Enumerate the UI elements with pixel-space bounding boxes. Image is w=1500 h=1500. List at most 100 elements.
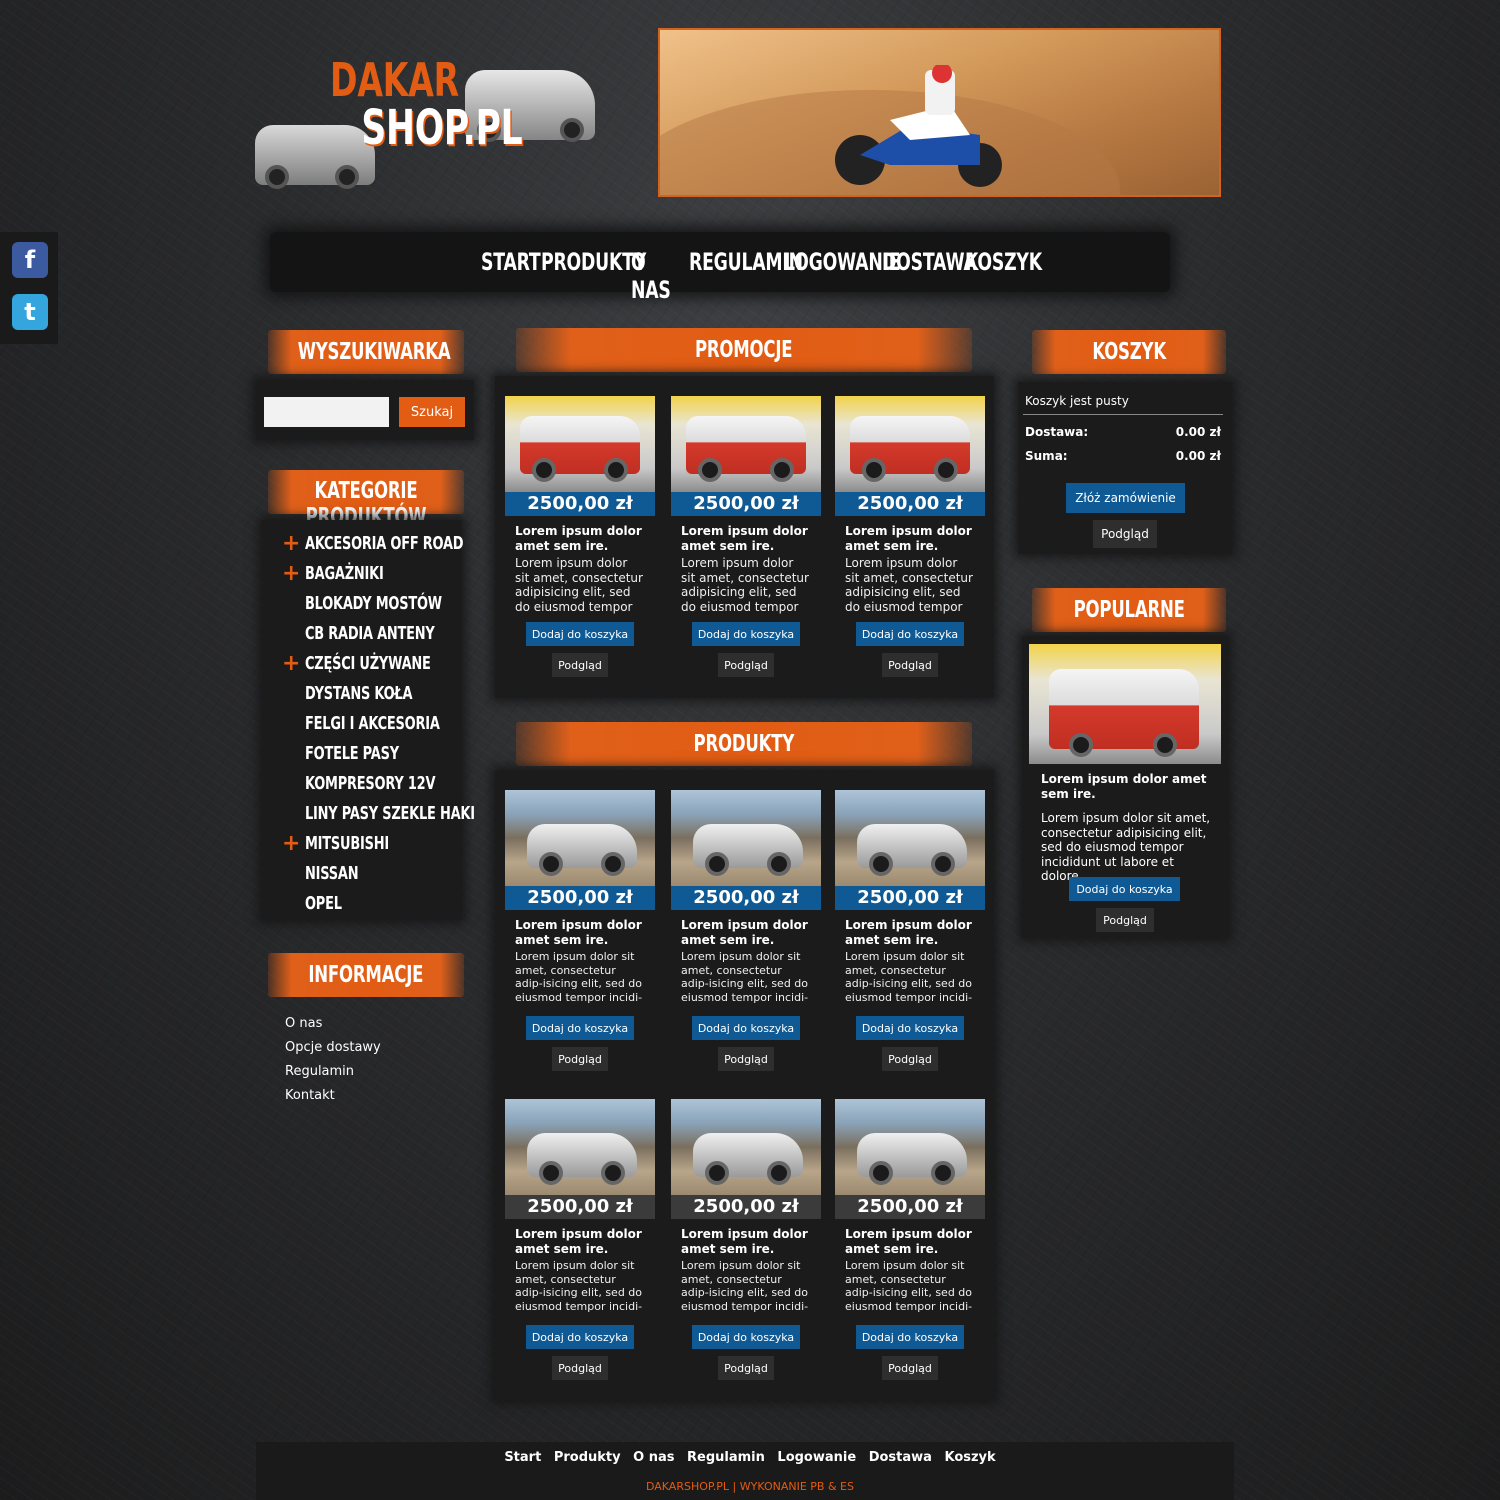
add-to-cart-button[interactable]: Dodaj do koszyka — [526, 1325, 634, 1349]
popular-header: POPULARNE — [1032, 588, 1226, 632]
product-description: Lorem ipsum dolor sit amet, consectetur … — [845, 1259, 973, 1313]
product-image[interactable] — [505, 396, 655, 492]
product-price: 2500,00 zł — [835, 492, 985, 516]
footer-link-logowanie[interactable]: Logowanie — [777, 1450, 856, 1465]
info-links: O nas Opcje dostawy Regulamin Kontakt — [285, 1016, 381, 1112]
product-title[interactable]: Lorem ipsum dolor amet sem ire. — [835, 910, 985, 950]
popular-product-title: Lorem ipsum dolor amet sem ire. — [1041, 772, 1207, 801]
product-title[interactable]: Lorem ipsum dolor amet sem ire. — [671, 910, 821, 950]
nav-start[interactable]: START — [481, 248, 541, 305]
twitter-icon[interactable]: t — [12, 294, 48, 330]
info-link-o-nas[interactable]: O nas — [285, 1016, 381, 1040]
product-image[interactable] — [671, 1099, 821, 1195]
view-button[interactable]: Podgląd — [882, 653, 938, 677]
cart-total-value: 0.00 zł — [1175, 449, 1221, 463]
add-to-cart-button[interactable]: Dodaj do koszyka — [692, 622, 800, 646]
info-link-regulamin[interactable]: Regulamin — [285, 1064, 381, 1088]
add-to-cart-button[interactable]: Dodaj do koszyka — [692, 1016, 800, 1040]
footer-link-o-nas[interactable]: O nas — [633, 1450, 674, 1465]
plus-icon[interactable]: + — [282, 561, 300, 586]
product-image[interactable] — [835, 396, 985, 492]
category-label: KOMPRESORY 12V — [305, 773, 436, 794]
product-title[interactable]: Lorem ipsum dolor amet sem ire. — [671, 516, 821, 556]
info-link-opcje-dostawy[interactable]: Opcje dostawy — [285, 1040, 381, 1064]
product-title[interactable]: Lorem ipsum dolor amet sem ire. — [671, 1219, 821, 1259]
product-price: 2500,00 zł — [505, 886, 655, 910]
product-image[interactable] — [835, 790, 985, 886]
nav-logowanie[interactable]: LOGOWANIE — [784, 248, 901, 305]
view-button[interactable]: Podgląd — [718, 653, 774, 677]
footer-link-regulamin[interactable]: Regulamin — [687, 1450, 765, 1465]
view-button[interactable]: Podgląd — [718, 1047, 774, 1071]
hero-banner — [658, 28, 1221, 197]
product-title[interactable]: Lorem ipsum dolor amet sem ire. — [505, 910, 655, 950]
add-to-cart-button[interactable]: Dodaj do koszyka — [526, 1016, 634, 1040]
product-image[interactable] — [671, 790, 821, 886]
product-price: 2500,00 zł — [835, 886, 985, 910]
view-button[interactable]: Podgląd — [552, 653, 608, 677]
popular-product-image[interactable] — [1029, 644, 1221, 764]
popular-add-to-cart-button[interactable]: Dodaj do koszyka — [1069, 877, 1180, 901]
cart-view-button[interactable]: Podgląd — [1093, 520, 1157, 548]
plus-icon[interactable]: + — [282, 651, 300, 676]
motorbike-image — [835, 65, 1002, 187]
view-button[interactable]: Podgląd — [882, 1047, 938, 1071]
product-description: Lorem ipsum dolor sit amet, consectetur … — [681, 1259, 809, 1313]
product-title[interactable]: Lorem ipsum dolor amet sem ire. — [505, 1219, 655, 1259]
nav-dostawa[interactable]: DOSTAWA — [882, 248, 977, 305]
info-link-kontakt[interactable]: Kontakt — [285, 1088, 381, 1112]
nav-koszyk[interactable]: KOSZYK — [965, 248, 1042, 305]
search-button[interactable]: Szukaj — [399, 397, 465, 427]
add-to-cart-button[interactable]: Dodaj do koszyka — [856, 1016, 964, 1040]
view-button[interactable]: Podgląd — [552, 1356, 608, 1380]
category-label: LINY PASY SZEKLE HAKI — [305, 803, 475, 824]
nav-o-nas[interactable]: O NAS — [631, 248, 683, 305]
add-to-cart-button[interactable]: Dodaj do koszyka — [526, 622, 634, 646]
product-image[interactable] — [671, 396, 821, 492]
product-image[interactable] — [505, 1099, 655, 1195]
popular-view-button[interactable]: Podgląd — [1096, 908, 1154, 932]
product-price: 2500,00 zł — [835, 1195, 985, 1219]
footer-link-produkty[interactable]: Produkty — [554, 1450, 621, 1465]
product-image[interactable] — [835, 1099, 985, 1195]
footer-nav: Start Produkty O nas Regulamin Logowanie… — [0, 1450, 1500, 1465]
categories-header: KATEGORIE PRODUKTÓW — [268, 470, 464, 530]
place-order-button[interactable]: Złóż zamówienie — [1066, 483, 1185, 513]
category-label: BAGAŻNIKI — [305, 563, 384, 584]
category-label: OPEL — [305, 893, 342, 914]
product-card: 2500,00 zł Lorem ipsum dolor amet sem ire… — [835, 790, 985, 1071]
cart-header: KOSZYK — [1032, 330, 1226, 374]
social-sidebar: f t — [0, 232, 58, 344]
add-to-cart-button[interactable]: Dodaj do koszyka — [692, 1325, 800, 1349]
facebook-icon[interactable]: f — [12, 242, 48, 278]
product-card: 2500,00 zł Lorem ipsum dolor amet sem ire… — [835, 1099, 985, 1380]
product-title[interactable]: Lorem ipsum dolor amet sem ire. — [835, 516, 985, 556]
product-title[interactable]: Lorem ipsum dolor amet sem ire. — [505, 516, 655, 556]
plus-icon[interactable]: + — [282, 531, 300, 556]
product-card: 2500,00 zł Lorem ipsum dolor amet sem ire… — [671, 790, 821, 1071]
promo-card: 2500,00 zł Lorem ipsum dolor amet sem ire… — [671, 396, 821, 677]
product-card: 2500,00 zł Lorem ipsum dolor amet sem ire… — [505, 1099, 655, 1380]
footer-link-start[interactable]: Start — [504, 1450, 541, 1465]
plus-icon[interactable]: + — [282, 831, 300, 856]
product-price: 2500,00 zł — [671, 492, 821, 516]
search-input[interactable] — [264, 397, 389, 427]
add-to-cart-button[interactable]: Dodaj do koszyka — [856, 1325, 964, 1349]
product-description: Lorem ipsum dolor sit amet, consectetur … — [515, 950, 643, 1004]
logo-truck-left — [255, 125, 375, 189]
product-title[interactable]: Lorem ipsum dolor amet sem ire. — [835, 1219, 985, 1259]
search-header: WYSZUKIWARKA — [268, 330, 464, 374]
category-label: FELGI I AKCESORIA — [305, 713, 440, 734]
view-button[interactable]: Podgląd — [882, 1356, 938, 1380]
footer-link-dostawa[interactable]: Dostawa — [869, 1450, 932, 1465]
cart-total-row: Suma: 0.00 zł — [1025, 449, 1221, 463]
product-description: Lorem ipsum dolor sit amet, consectetur … — [515, 1259, 643, 1313]
nav-regulamin[interactable]: REGULAMIN — [689, 248, 803, 305]
product-image[interactable] — [505, 790, 655, 886]
add-to-cart-button[interactable]: Dodaj do koszyka — [856, 622, 964, 646]
view-button[interactable]: Podgląd — [552, 1047, 608, 1071]
view-button[interactable]: Podgląd — [718, 1356, 774, 1380]
footer-link-koszyk[interactable]: Koszyk — [944, 1450, 995, 1465]
site-logo[interactable]: DAKAR SHOP.PL — [250, 45, 600, 195]
nav-produkty[interactable]: PRODUKTY — [541, 248, 646, 305]
